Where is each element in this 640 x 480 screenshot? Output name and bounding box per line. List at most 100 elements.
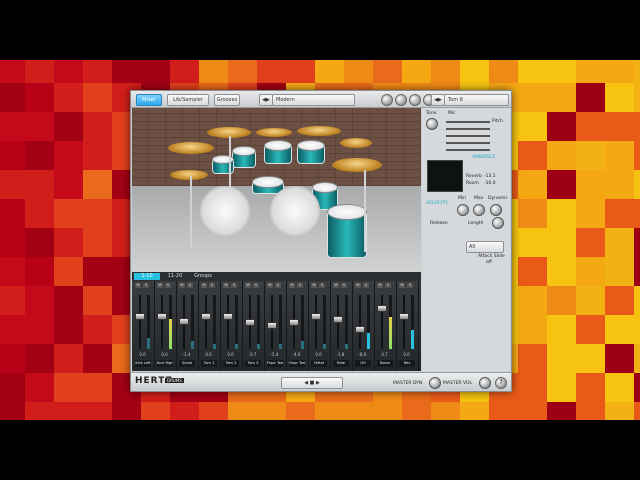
background-tile bbox=[547, 112, 576, 141]
mute-button[interactable]: M bbox=[201, 283, 207, 288]
channel-fader[interactable] bbox=[289, 319, 299, 327]
mute-button[interactable]: M bbox=[223, 283, 229, 288]
channel-fader[interactable] bbox=[377, 305, 387, 313]
solo-button[interactable]: S bbox=[341, 283, 347, 288]
master-dyn-knob[interactable] bbox=[429, 377, 441, 389]
tab-1-10[interactable]: 1-10 bbox=[134, 273, 160, 280]
solo-button[interactable]: S bbox=[297, 283, 303, 288]
mic-slider-3[interactable] bbox=[446, 142, 490, 144]
mute-button[interactable]: M bbox=[333, 283, 339, 288]
crash-cymbal-right[interactable] bbox=[297, 126, 341, 136]
mute-button[interactable]: M bbox=[135, 283, 141, 288]
kick-drum-left[interactable] bbox=[200, 186, 250, 236]
level-meter bbox=[411, 295, 414, 349]
channel-fader[interactable] bbox=[333, 315, 343, 323]
solo-button[interactable]: S bbox=[385, 283, 391, 288]
channel-fader[interactable] bbox=[245, 318, 255, 326]
background-tile bbox=[634, 402, 640, 420]
library-button[interactable]: Lib/Sampler bbox=[167, 94, 209, 106]
mixer-button[interactable]: Mixer bbox=[136, 94, 162, 106]
splash-cymbal[interactable] bbox=[340, 138, 372, 148]
mute-button[interactable]: M bbox=[377, 283, 383, 288]
solo-button[interactable]: S bbox=[407, 283, 413, 288]
grooves-button[interactable]: Grooves bbox=[214, 94, 240, 106]
tone-label: Tone bbox=[426, 111, 437, 116]
mute-button[interactable]: M bbox=[179, 283, 185, 288]
snare-head bbox=[252, 176, 284, 188]
meter-fill bbox=[191, 340, 194, 349]
mute-button[interactable]: M bbox=[289, 283, 295, 288]
channel-fader[interactable] bbox=[267, 321, 277, 329]
max-knob[interactable] bbox=[473, 204, 485, 216]
channel-fader[interactable] bbox=[355, 325, 365, 333]
off-label: off bbox=[486, 260, 492, 265]
gear-icon[interactable] bbox=[395, 94, 407, 106]
kit-nav-button[interactable]: ◀▶ bbox=[259, 94, 273, 106]
ambience-xy-pad[interactable] bbox=[427, 160, 463, 192]
settings-icon[interactable] bbox=[381, 94, 393, 106]
channel-fader[interactable] bbox=[311, 313, 321, 320]
meter-fill bbox=[257, 343, 260, 349]
channel-fader[interactable] bbox=[135, 313, 145, 320]
background-tile bbox=[83, 344, 112, 373]
tab-groups[interactable]: Groups bbox=[190, 273, 216, 280]
mute-button[interactable]: M bbox=[157, 283, 163, 288]
kit-selector[interactable]: Modern bbox=[272, 94, 355, 106]
transport-controls[interactable]: ◀ ■ ▶ bbox=[281, 377, 343, 389]
help-icon[interactable]: ? bbox=[495, 377, 507, 389]
min-knob[interactable] bbox=[457, 204, 469, 216]
velocity-label: VELOCITY bbox=[426, 201, 448, 206]
mixer-channel-strip: MS -4.0 Floor Tom 2 bbox=[287, 281, 309, 371]
mic-slider-2[interactable] bbox=[446, 135, 490, 137]
solo-button[interactable]: S bbox=[187, 283, 193, 288]
china-cymbal[interactable] bbox=[256, 128, 292, 137]
room-value: -16.0 bbox=[484, 181, 496, 186]
pitch-slider[interactable] bbox=[446, 121, 490, 123]
channel-fader[interactable] bbox=[223, 313, 233, 320]
solo-button[interactable]: S bbox=[143, 283, 149, 288]
mute-button[interactable]: M bbox=[399, 283, 405, 288]
background-tile bbox=[25, 373, 54, 402]
background-tile bbox=[576, 344, 605, 373]
solo-button[interactable]: S bbox=[253, 283, 259, 288]
level-meter bbox=[257, 295, 260, 349]
articulation-dropdown[interactable]: All bbox=[466, 241, 504, 253]
drum-kit-view[interactable] bbox=[132, 108, 421, 272]
mic-slider-4[interactable] bbox=[446, 149, 490, 151]
channel-name: Kick Left bbox=[135, 360, 151, 367]
background-tile bbox=[634, 344, 640, 373]
background-tile bbox=[0, 60, 25, 83]
background-tile bbox=[54, 344, 83, 373]
mute-button[interactable]: M bbox=[245, 283, 251, 288]
tone-knob[interactable] bbox=[426, 118, 438, 130]
mute-button[interactable]: M bbox=[267, 283, 273, 288]
solo-button[interactable]: S bbox=[209, 283, 215, 288]
mic-slider-1[interactable] bbox=[446, 128, 490, 130]
solo-button[interactable]: S bbox=[363, 283, 369, 288]
mute-button[interactable]: M bbox=[311, 283, 317, 288]
info-icon[interactable] bbox=[409, 94, 421, 106]
channel-fader[interactable] bbox=[157, 313, 167, 320]
solo-button[interactable]: S bbox=[165, 283, 171, 288]
solo-button[interactable]: S bbox=[231, 283, 237, 288]
master-vol-knob[interactable] bbox=[479, 377, 491, 389]
tab-11-20[interactable]: 11-20 bbox=[162, 273, 188, 280]
channel-fader[interactable] bbox=[201, 313, 211, 320]
solo-button[interactable]: S bbox=[319, 283, 325, 288]
mute-button[interactable]: M bbox=[355, 283, 361, 288]
preset-selector[interactable]: Tom 8 bbox=[444, 94, 509, 106]
dynamic-knob[interactable] bbox=[490, 204, 502, 216]
channel-fader[interactable] bbox=[399, 313, 409, 320]
kick-drum-right[interactable] bbox=[270, 186, 320, 236]
background-tile bbox=[228, 402, 257, 420]
ride-cymbal[interactable] bbox=[332, 158, 382, 172]
solo-button[interactable]: S bbox=[275, 283, 281, 288]
channel-fader[interactable] bbox=[179, 318, 189, 326]
background-tile bbox=[315, 402, 344, 420]
length-knob[interactable] bbox=[492, 217, 504, 229]
plugin-window: Mixer Lib/Sampler Grooves ◀▶ Modern ◀▶ T… bbox=[130, 90, 512, 392]
hihat-cymbal[interactable] bbox=[170, 170, 208, 180]
preset-nav-button[interactable]: ◀▶ bbox=[431, 94, 445, 106]
master-vol-label: MASTER VOL bbox=[443, 381, 473, 386]
ride-cymbal-left[interactable] bbox=[168, 142, 214, 154]
